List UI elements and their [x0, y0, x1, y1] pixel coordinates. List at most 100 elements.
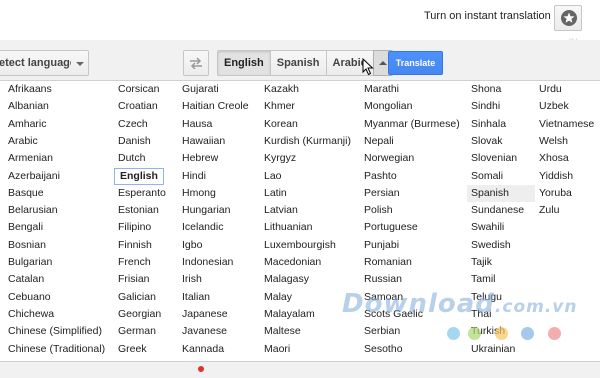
language-option[interactable]: Polish [360, 202, 397, 219]
language-option[interactable]: Persian [360, 185, 404, 202]
language-option[interactable]: Bosnian [4, 237, 50, 254]
language-option[interactable]: Xhosa [535, 150, 573, 167]
language-option[interactable]: Hindi [178, 168, 210, 185]
target-english-button[interactable]: English [217, 50, 271, 76]
swap-languages-button[interactable] [183, 50, 209, 76]
language-option[interactable]: Maltese [260, 323, 305, 340]
language-option[interactable]: Slovak [467, 133, 507, 150]
language-option[interactable]: Macedonian [260, 254, 325, 271]
language-option[interactable]: Urdu [535, 81, 566, 98]
language-option[interactable]: Azerbaijani [4, 168, 64, 185]
language-option[interactable]: Shona [467, 81, 505, 98]
language-option[interactable]: Basque [4, 185, 48, 202]
language-option[interactable]: Portuguese [360, 219, 422, 236]
language-option[interactable]: Hausa [178, 116, 216, 133]
language-option[interactable]: Korean [260, 116, 302, 133]
language-option[interactable]: Igbo [178, 237, 206, 254]
language-option[interactable]: Sinhala [467, 116, 510, 133]
language-option[interactable]: Lithuanian [260, 219, 316, 236]
language-option[interactable]: Malagasy [260, 271, 313, 288]
language-option[interactable]: Croatian [114, 98, 162, 115]
language-option[interactable]: Romanian [360, 254, 416, 271]
language-option[interactable]: Cebuano [4, 289, 55, 306]
language-option[interactable]: Latin [260, 185, 291, 202]
language-option[interactable]: Kyrgyz [260, 150, 300, 167]
language-option[interactable]: Uzbek [535, 98, 573, 115]
language-option[interactable]: Haitian Creole [178, 98, 253, 115]
language-option[interactable]: Icelandic [178, 219, 227, 236]
star-button[interactable] [554, 5, 582, 31]
language-option[interactable]: Georgian [114, 306, 165, 323]
language-option[interactable]: Ukrainian [467, 341, 519, 358]
language-option[interactable]: Punjabi [360, 237, 403, 254]
language-option[interactable]: German [114, 323, 160, 340]
language-option[interactable]: Irish [178, 271, 206, 288]
language-option[interactable]: Malay [260, 289, 296, 306]
language-option[interactable]: Norwegian [360, 150, 418, 167]
language-option[interactable]: Javanese [178, 323, 231, 340]
language-option[interactable]: Arabic [4, 133, 42, 150]
instant-translation-link[interactable]: Turn on instant translation [424, 10, 551, 22]
language-option[interactable]: Gujarati [178, 81, 223, 98]
language-option[interactable]: Malayalam [260, 306, 319, 323]
language-option[interactable]: Sesotho [360, 341, 407, 358]
translate-button[interactable]: Translate [388, 51, 443, 75]
language-option[interactable]: Estonian [114, 202, 163, 219]
language-option[interactable]: Swahili [467, 219, 508, 236]
language-option[interactable]: Yiddish [535, 168, 577, 185]
language-option[interactable]: Chichewa [4, 306, 58, 323]
language-option[interactable]: Vietnamese [535, 116, 598, 133]
language-option[interactable]: Dutch [114, 150, 149, 167]
language-option[interactable]: Serbian [360, 323, 404, 340]
language-option[interactable]: Sundanese [467, 202, 528, 219]
language-option[interactable]: Kazakh [260, 81, 303, 98]
language-option[interactable]: Latvian [260, 202, 302, 219]
language-option[interactable]: Slovenian [467, 150, 521, 167]
language-option[interactable]: Chinese (Simplified) [4, 323, 106, 340]
language-option[interactable]: Czech [114, 116, 152, 133]
language-option[interactable]: Zulu [535, 202, 563, 219]
language-option[interactable]: Mongolian [360, 98, 416, 115]
detect-language-button[interactable]: etect language [0, 50, 72, 76]
language-option[interactable]: Spanish [467, 184, 535, 202]
language-option[interactable]: Armenian [4, 150, 57, 167]
language-option[interactable]: Italian [178, 289, 214, 306]
language-option[interactable]: Kannada [178, 341, 228, 358]
language-option[interactable]: Welsh [535, 133, 572, 150]
language-option[interactable]: Bengali [4, 219, 47, 236]
language-option[interactable]: Myanmar (Burmese) [360, 116, 464, 133]
language-option[interactable]: English [114, 167, 164, 185]
language-option[interactable]: Albanian [4, 98, 53, 115]
language-option[interactable]: Maori [260, 341, 294, 358]
language-option[interactable]: Bulgarian [4, 254, 56, 271]
language-option[interactable]: Greek [114, 341, 151, 358]
source-language-dropdown[interactable] [71, 50, 89, 76]
language-option[interactable]: Esperanto [114, 185, 170, 202]
language-option[interactable]: Lao [260, 168, 286, 185]
language-option[interactable]: Galician [114, 289, 160, 306]
language-option[interactable]: Afrikaans [4, 81, 56, 98]
language-option[interactable]: Finnish [114, 237, 156, 254]
language-option[interactable]: Hebrew [178, 150, 222, 167]
language-option[interactable]: Frisian [114, 271, 154, 288]
language-option[interactable]: Yoruba [535, 185, 576, 202]
language-option[interactable]: Kurdish (Kurmanji) [260, 133, 355, 150]
language-option[interactable]: Japanese [178, 306, 232, 323]
language-option[interactable]: Hawaiian [178, 133, 229, 150]
language-option[interactable]: Filipino [114, 219, 155, 236]
language-option[interactable]: Corsican [114, 81, 163, 98]
language-option[interactable]: Pashto [360, 168, 401, 185]
language-option[interactable]: Luxembourgish [260, 237, 340, 254]
language-option[interactable]: Somali [467, 168, 507, 185]
language-option[interactable]: Sindhi [467, 98, 504, 115]
language-option[interactable]: Catalan [4, 271, 48, 288]
language-option[interactable]: Khmer [260, 98, 299, 115]
target-spanish-button[interactable]: Spanish [269, 50, 327, 76]
language-option[interactable]: Tajik [467, 254, 496, 271]
language-option[interactable]: Danish [114, 133, 155, 150]
language-option[interactable]: Marathi [360, 81, 403, 98]
language-option[interactable]: Amharic [4, 116, 51, 133]
language-option[interactable]: Indonesian [178, 254, 237, 271]
language-option[interactable]: Russian [360, 271, 406, 288]
language-option[interactable]: Belarusian [4, 202, 62, 219]
